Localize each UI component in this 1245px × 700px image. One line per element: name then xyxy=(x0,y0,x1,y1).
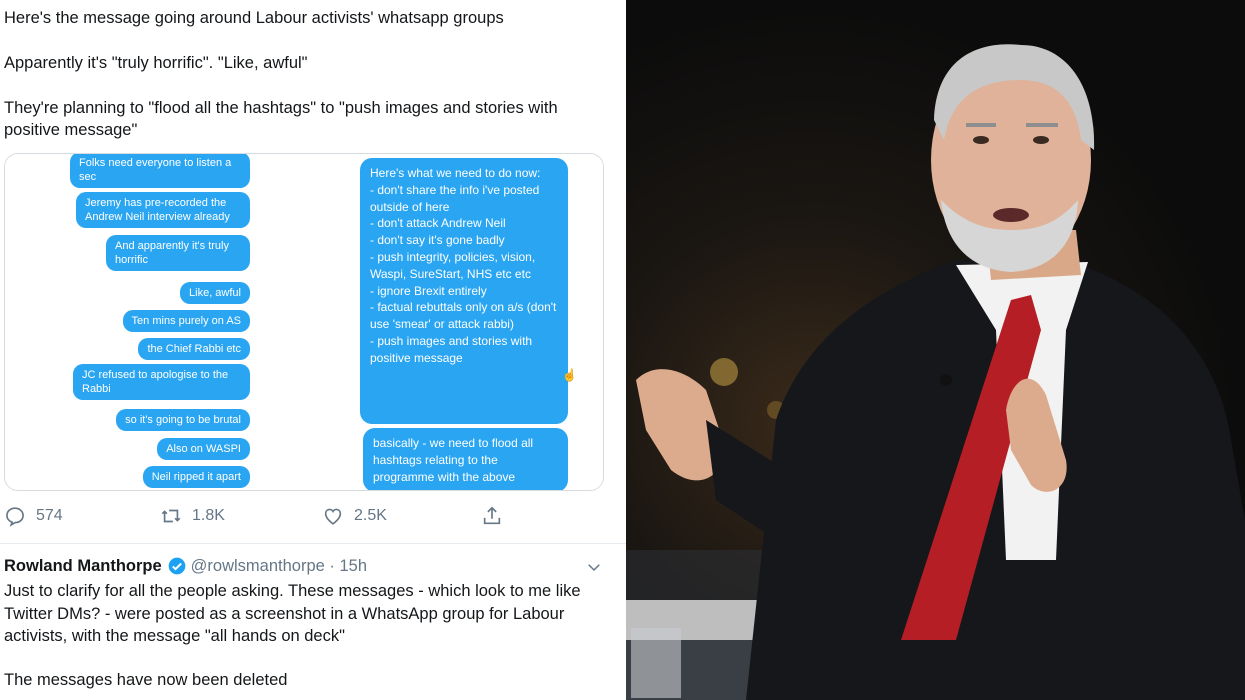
reply-button[interactable]: 574 xyxy=(4,505,63,527)
reply-icon xyxy=(6,507,24,527)
retweet-count: 1.8K xyxy=(192,507,225,524)
verified-icon xyxy=(168,557,186,575)
like-button[interactable]: 2.5K xyxy=(322,505,387,527)
photo-illustration xyxy=(626,44,1245,700)
chat-bubble: Jeremy has pre-recorded the Andrew Neil … xyxy=(76,192,250,228)
chat-bubble: so it's going to be brutal xyxy=(116,409,250,431)
tweet-actions: 574 1.8K 2.5K xyxy=(0,505,620,535)
tweet-text-line3: They're planning to "flood all the hasht… xyxy=(4,99,558,139)
chat-bubble: Like, awful xyxy=(180,282,250,304)
tweet-text-line1: Here's the message going around Labour a… xyxy=(4,9,504,27)
reply-header: Rowland Manthorpe @rowlsmanthorpe · 15h xyxy=(4,556,367,576)
like-count: 2.5K xyxy=(354,507,387,524)
tweet-text-line2: Apparently it's "truly horrific". "Like,… xyxy=(4,54,308,72)
reply-text: Just to clarify for all the people askin… xyxy=(4,582,581,645)
chat-right-column: Here's what we need to do now: - don't s… xyxy=(305,154,603,490)
retweet-button[interactable]: 1.8K xyxy=(160,505,225,527)
mouse-cursor-icon: ☝ xyxy=(562,368,577,382)
chat-bubble: And apparently it's truly horrific xyxy=(106,235,250,271)
share-icon xyxy=(483,506,501,525)
chat-bubble: Also on WASPI xyxy=(157,438,250,460)
reply-author-name[interactable]: Rowland Manthorpe xyxy=(4,557,162,576)
chat-bubble: JC refused to apologise to the Rabbi xyxy=(73,364,250,400)
retweet-icon xyxy=(161,509,181,523)
chat-bubble: Neil ripped it apart xyxy=(142,466,250,488)
share-button[interactable] xyxy=(481,505,503,527)
chat-bubble-instructions: Here's what we need to do now: - don't s… xyxy=(360,158,568,424)
like-icon xyxy=(324,508,342,525)
reply-count: 574 xyxy=(36,507,63,524)
chevron-down-icon[interactable] xyxy=(585,558,603,576)
chat-bubble: Folks need everyone to listen a sec xyxy=(70,154,250,188)
reply-text-2: The messages have now been deleted xyxy=(4,671,288,689)
photo-politician-interview xyxy=(626,0,1245,700)
chat-bubble: the Chief Rabbi etc xyxy=(138,338,250,360)
chat-left-column: Folks need everyone to listen a sec Jere… xyxy=(5,154,305,490)
tweet-screenshot: Here's the message going around Labour a… xyxy=(0,0,626,700)
reply-handle[interactable]: @rowlsmanthorpe · 15h xyxy=(191,557,367,576)
embedded-chat-image[interactable]: Folks need everyone to listen a sec Jere… xyxy=(4,153,604,491)
chat-bubble-summary: basically - we need to flood all hashtag… xyxy=(363,428,568,490)
chat-bubble: Ten mins purely on AS xyxy=(122,310,250,332)
divider xyxy=(0,543,626,544)
